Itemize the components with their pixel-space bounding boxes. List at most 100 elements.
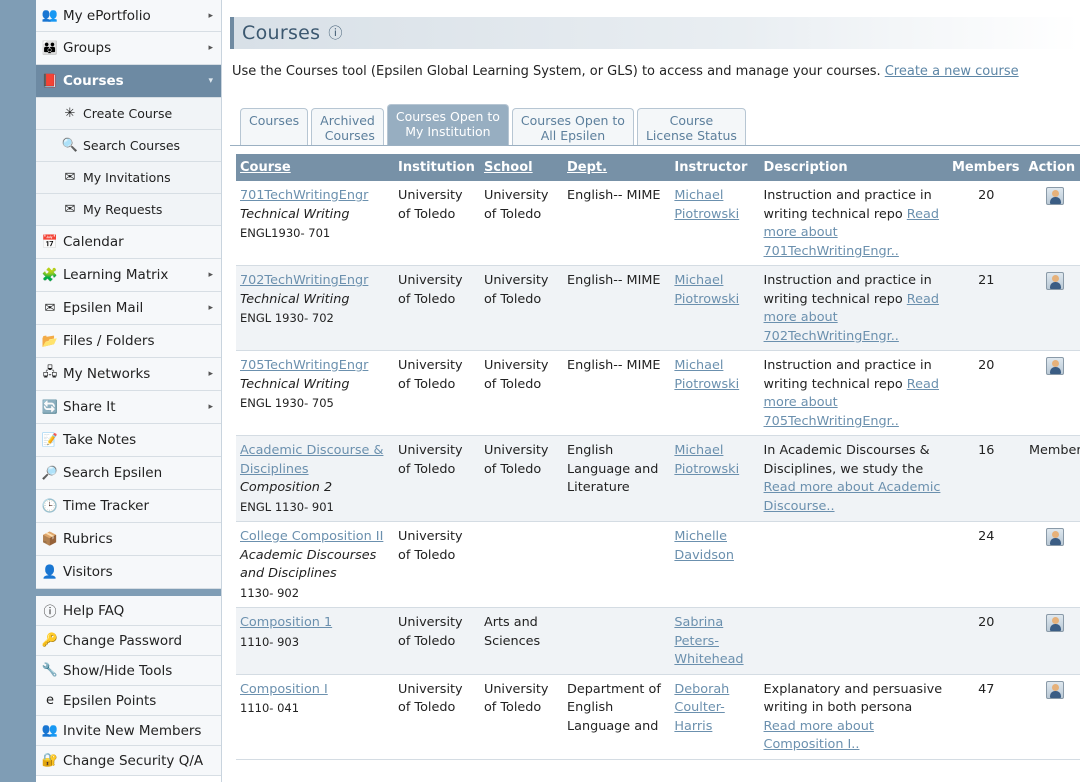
cell-description: Instruction and practice in writing tech… xyxy=(759,265,948,351)
course-link[interactable]: Composition I xyxy=(240,682,328,697)
course-link[interactable]: Composition 1 xyxy=(240,615,332,630)
help-icon[interactable]: ⓘ xyxy=(328,23,342,43)
sidebar-item-my-networks[interactable]: 🖧 My Networks ▸ xyxy=(36,358,221,391)
sidebar-item-learning-matrix[interactable]: 🧩 Learning Matrix ▸ xyxy=(36,259,221,292)
clock-icon: 🕒 xyxy=(41,498,59,514)
sidebar-item-groups[interactable]: 👪 Groups ▸ xyxy=(36,32,221,65)
sidebar-item-time-tracker[interactable]: 🕒 Time Tracker xyxy=(36,490,221,523)
course-link[interactable]: Academic Discourse & Disciplines xyxy=(240,443,383,477)
calendar-icon: 📅 xyxy=(41,234,59,250)
join-course-icon[interactable] xyxy=(1046,680,1065,699)
cell-action xyxy=(1024,350,1080,436)
tab-label-line1: Archived xyxy=(320,113,375,128)
intro-description: Use the Courses tool (Epsilen Global Lea… xyxy=(232,64,885,79)
cell-course: Composition I 1110- 041 xyxy=(236,674,395,760)
create-course-link[interactable]: Create a new course xyxy=(885,64,1019,79)
cell-school: University of Toledo xyxy=(479,265,564,351)
tab-courses[interactable]: Courses xyxy=(240,108,309,146)
cell-institution: University of Toledo xyxy=(394,181,480,266)
sidebar-item-my-invitations[interactable]: ✉ My Invitations xyxy=(36,162,221,194)
join-course-icon[interactable] xyxy=(1046,528,1065,546)
course-subtitle: Composition 2 xyxy=(240,480,333,495)
sidebar-item-label: My Invitations xyxy=(83,170,171,185)
instructor-link[interactable]: Michael Piotrowski xyxy=(674,358,739,392)
instructor-link[interactable]: Michael Piotrowski xyxy=(674,188,739,222)
instructor-link[interactable]: Deborah Coulter-Harris xyxy=(674,682,729,734)
share-icon: 🔄 xyxy=(41,399,59,415)
join-course-icon[interactable] xyxy=(1046,357,1065,375)
instructor-link[interactable]: Michelle Davidson xyxy=(674,529,734,563)
learning-matrix-icon: 🧩 xyxy=(41,267,59,283)
mail-icon: ✉ xyxy=(44,300,56,316)
sidebar-item-search-courses[interactable]: 🔍 Search Courses xyxy=(36,130,221,162)
join-course-icon[interactable] xyxy=(1046,272,1065,290)
course-link[interactable]: 702TechWritingEngr xyxy=(240,273,368,288)
sidebar-item-my-eportfolio[interactable]: 👥 My ePortfolio ▸ xyxy=(36,0,221,32)
chevron-down-icon: ▾ xyxy=(208,76,213,86)
join-course-icon[interactable] xyxy=(1046,187,1065,205)
instructor-link[interactable]: Sabrina Peters-Whitehead xyxy=(674,615,743,667)
sidebar-item-visitors[interactable]: 👤 Visitors xyxy=(36,556,221,589)
networks-icon: 🖧 xyxy=(42,365,58,380)
tool-item-epsilen-points[interactable]: e Epsilen Points xyxy=(36,686,221,716)
rubrics-icon: 📦 xyxy=(41,531,59,547)
password-icon: 🔑 xyxy=(41,633,59,648)
sidebar-item-label: My ePortfolio xyxy=(63,7,151,24)
instructor-link[interactable]: Michael Piotrowski xyxy=(674,273,739,307)
sidebar-item-files-folders[interactable]: 📂 Files / Folders xyxy=(36,325,221,358)
table-row: Composition I 1110- 041 University of Tole… xyxy=(236,674,1080,760)
col-dept[interactable]: Dept. xyxy=(563,154,671,181)
tool-item-help-faq[interactable]: ⓘ Help FAQ xyxy=(36,596,221,626)
sidebar-item-label: Time Tracker xyxy=(63,498,150,514)
course-code: ENGL1930- 701 xyxy=(240,226,331,240)
cell-description: Explanatory and persuasive writing in bo… xyxy=(759,674,948,760)
cell-instructor: Michelle Davidson xyxy=(670,521,760,608)
course-subtitle: Technical Writing xyxy=(240,376,350,392)
cell-instructor: Michael Piotrowski xyxy=(670,350,760,436)
sidebar-item-calendar[interactable]: 📅 Calendar xyxy=(36,226,221,259)
cell-dept xyxy=(563,521,671,608)
table-row: Composition 1 1110- 903 University of Tole… xyxy=(236,607,1080,675)
cell-school xyxy=(479,521,564,608)
sidebar-item-search-epsilen[interactable]: 🔎 Search Epsilen xyxy=(36,457,221,490)
notes-icon: 📝 xyxy=(41,432,59,448)
join-course-icon[interactable] xyxy=(1046,614,1065,632)
tab-label-line1: Course xyxy=(669,113,714,128)
read-more-link[interactable]: Read more about Academic Discourse.. xyxy=(764,480,941,514)
read-more-link[interactable]: Read more about Composition I.. xyxy=(764,719,874,753)
sidebar-item-share-it[interactable]: 🔄 Share It ▸ xyxy=(36,391,221,424)
table-row: 702TechWritingEngr Technical Writing ENGL … xyxy=(236,265,1080,351)
cell-institution: University of Toledo xyxy=(394,265,480,351)
sidebar-item-my-requests[interactable]: ✉ My Requests xyxy=(36,194,221,226)
course-link[interactable]: 701TechWritingEngr xyxy=(240,188,368,203)
instructor-link[interactable]: Michael Piotrowski xyxy=(674,443,739,477)
tool-item-invite-new-members[interactable]: 👥 Invite New Members xyxy=(36,716,221,746)
sidebar-item-label: Groups xyxy=(63,40,112,56)
sidebar-item-epsilen-mail[interactable]: ✉ Epsilen Mail ▸ xyxy=(36,292,221,325)
tab-courses-open-to-all-epsilen[interactable]: Courses Open to All Epsilen xyxy=(511,108,634,146)
tab-course-license-status[interactable]: Course License Status xyxy=(636,108,746,146)
table-header-row: Course Institution School Dept. Instruct… xyxy=(236,154,1080,181)
cell-dept xyxy=(563,607,671,675)
sidebar-item-create-course[interactable]: ✳ Create Course xyxy=(36,98,221,130)
sidebar-item-courses[interactable]: 📕 Courses ▾ xyxy=(36,65,221,98)
security-icon: 🔐 xyxy=(41,753,59,768)
tab-label-line2: All Epsilen xyxy=(540,128,606,143)
tab-label-line1: Courses xyxy=(249,113,300,128)
tool-item-show-hide-tools[interactable]: 🔧 Show/Hide Tools xyxy=(36,656,221,686)
cell-dept: Department of English Language and xyxy=(563,674,671,760)
tab-courses-open-to-my-institution[interactable]: Courses Open to My Institution xyxy=(386,104,509,146)
tab-archived-courses[interactable]: Archived Courses xyxy=(311,108,384,146)
courses-icon: 📕 xyxy=(41,73,59,89)
tool-item-change-password[interactable]: 🔑 Change Password xyxy=(36,626,221,656)
tool-item-change-security-q-a[interactable]: 🔐 Change Security Q/A xyxy=(36,746,221,776)
course-link[interactable]: College Composition II xyxy=(240,529,383,544)
sidebar-item-rubrics[interactable]: 📦 Rubrics xyxy=(36,523,221,556)
cell-description: In Academic Discourses & Disciplines, we… xyxy=(759,435,948,522)
col-course[interactable]: Course xyxy=(236,154,395,181)
tool-item-label: Invite New Members xyxy=(63,722,202,739)
sidebar-item-take-notes[interactable]: 📝 Take Notes xyxy=(36,424,221,457)
col-school[interactable]: School xyxy=(479,154,564,181)
course-link[interactable]: 705TechWritingEngr xyxy=(240,358,368,373)
requests-icon: ✉ xyxy=(64,202,76,217)
